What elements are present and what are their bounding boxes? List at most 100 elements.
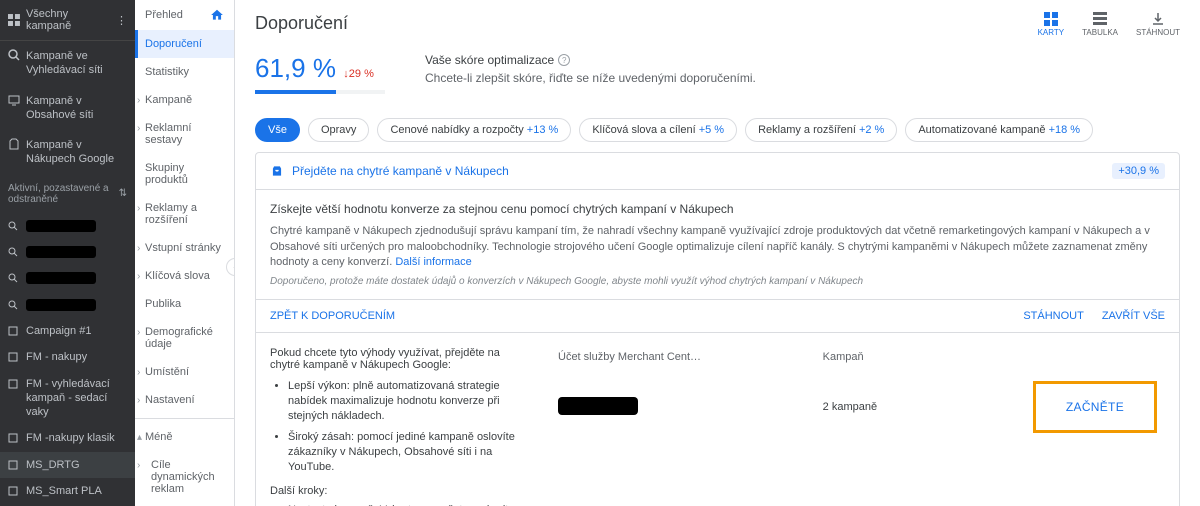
chip-uplift: +5 % (696, 124, 724, 136)
score-desc-title-text: Vaše skóre optimalizace (425, 53, 554, 67)
filter-chip[interactable]: Automatizované kampaně +18 % (905, 118, 1093, 142)
filter-chip[interactable]: Vše (255, 118, 300, 142)
bullet: Široký zásah: pomocí jediné kampaně oslo… (288, 430, 530, 475)
chip-label: Automatizované kampaně (918, 124, 1045, 136)
start-button[interactable]: ZAČNĚTE (1033, 381, 1157, 433)
nav-label: Přehled (145, 9, 183, 21)
campaign-item[interactable] (0, 292, 135, 318)
view-table-button[interactable]: TABULKA (1082, 10, 1118, 37)
nav-item[interactable]: ›Vstupní stránky (135, 234, 234, 262)
tool-label: TABULKA (1082, 28, 1118, 37)
redacted-label (26, 299, 96, 311)
filter-chip[interactable]: Klíčová slova a cílení +5 % (579, 118, 737, 142)
view-cards-button[interactable]: KARTY (1038, 10, 1065, 37)
nav-separator (135, 418, 234, 419)
header-tools: KARTY TABULKA STÁHNOUT (1038, 10, 1180, 37)
col-header: Účet služby Merchant Cent… (550, 347, 815, 373)
nav-item[interactable]: Skupiny produktů (135, 154, 234, 194)
score-bar (255, 90, 385, 94)
chevron-right-icon: › (137, 243, 140, 254)
campaign-item[interactable]: MS_Smart PLA (0, 478, 135, 504)
nav-item[interactable]: ›Umístění (135, 358, 234, 386)
back-link[interactable]: ZPĚT K DOPORUČENÍM (270, 310, 395, 322)
nav-overview[interactable]: Přehled (135, 0, 234, 30)
nav-item[interactable]: ›Klíčová slova (135, 262, 234, 290)
filter-chip[interactable]: Cenové nabídky a rozpočty +13 % (377, 118, 571, 142)
rec-header[interactable]: Přejděte na chytré kampaně v Nákupech +3… (256, 153, 1179, 190)
score-desc-sub: Chcete-li zlepšit skóre, řiďte se níže u… (425, 71, 756, 85)
nav-less-toggle[interactable]: ▴Méně (135, 423, 234, 451)
grid-icon (8, 14, 20, 26)
nav-label: Statistiky (145, 66, 189, 78)
campaign-item[interactable]: FM - vyhledávací kampaň - sedací vaky (0, 371, 135, 426)
nav-label: Reklamní sestavy (145, 122, 191, 146)
swap-icon: ⇅ (119, 188, 127, 199)
sidebar-group-label: Kampaně ve Vyhledávací síti (26, 50, 103, 76)
filter-chip[interactable]: Reklamy a rozšíření +2 % (745, 118, 897, 142)
nav-item[interactable]: ›Cíle dynamických reklam (135, 451, 234, 503)
download-link[interactable]: STÁHNOUT (1023, 310, 1084, 322)
page-nav: Přehled DoporučeníStatistiky›Kampaně›Rek… (135, 0, 235, 506)
rec-uplift-badge: +30,9 % (1112, 163, 1165, 179)
nav-label: Publika (145, 298, 181, 310)
campaign-item[interactable]: Campaign #1 (0, 318, 135, 344)
search-icon (8, 300, 20, 312)
page-header: Doporučení KARTY TABULKA STÁHNOUT (235, 0, 1200, 47)
nav-label: Klíčová slova (145, 270, 210, 282)
campaign-item[interactable]: MS_DRTG (0, 452, 135, 478)
tool-label: KARTY (1038, 28, 1065, 37)
main-content: Doporučení KARTY TABULKA STÁHNOUT 61,9 %… (235, 0, 1200, 506)
close-all-link[interactable]: ZAVŘÍT VŠE (1102, 310, 1165, 322)
chevron-left-icon: ‹ (233, 262, 235, 273)
filter-chip[interactable]: Opravy (308, 118, 369, 142)
nav-item[interactable]: Doporučení (135, 30, 234, 58)
chip-uplift: +18 % (1046, 124, 1081, 136)
redacted-merchant (558, 397, 638, 415)
campaign-label: FM - nakupy (26, 351, 87, 363)
campaign-item[interactable] (0, 213, 135, 239)
campaign-count: 2 kampaně (815, 373, 932, 441)
chip-label: Cenové nabídky a rozpočty (390, 124, 523, 136)
sidebar-group-label: Kampaně v Obsahové síti (26, 95, 93, 121)
nav-item[interactable]: ›Demografické údaje (135, 318, 234, 358)
nav-label: Nastavení (145, 394, 195, 406)
chip-label: Reklamy a rozšíření (758, 124, 856, 136)
nav-item[interactable]: Statistiky (135, 58, 234, 86)
nav-item[interactable]: › Reklamní sestavy (135, 114, 234, 154)
sidebar-group-search[interactable]: Kampaně ve Vyhledávací síti (0, 41, 135, 86)
chip-uplift: +2 % (856, 124, 884, 136)
more-icon[interactable]: ⋮ (116, 14, 127, 27)
detail-lead: Pokud chcete tyto výhody využívat, přejd… (270, 347, 530, 371)
sidebar-group-display[interactable]: Kampaně v Obsahové síti (0, 86, 135, 131)
nav-item[interactable]: Publika (135, 290, 234, 318)
campaign-icon (8, 352, 20, 364)
campaign-item[interactable] (0, 239, 135, 265)
detail-text: Pokud chcete tyto výhody využívat, přejd… (270, 347, 530, 506)
help-icon[interactable]: ? (558, 54, 570, 66)
redacted-label (26, 246, 96, 258)
campaign-item[interactable]: FM -nakupy klasik (0, 425, 135, 451)
download-button[interactable]: STÁHNOUT (1136, 10, 1180, 37)
optimization-score: 61,9 % ↓29 % Vaše skóre optimalizace ? C… (235, 47, 1200, 108)
sidebar-all-campaigns[interactable]: Všechny kampaně ⋮ (0, 0, 135, 41)
chevron-right-icon: › (137, 123, 140, 134)
campaign-label: FM -nakupy klasik (26, 432, 115, 444)
cards-icon (1038, 10, 1065, 26)
learn-more-link[interactable]: Další informace (395, 256, 471, 268)
redacted-label (26, 220, 96, 232)
campaign-icon (8, 460, 20, 472)
campaign-icon (8, 486, 20, 498)
sidebar-group-shopping[interactable]: Kampaně v Nákupech Google (0, 130, 135, 175)
campaign-item[interactable]: FM - nakupy (0, 344, 135, 370)
download-icon (1136, 10, 1180, 26)
nav-label: Demografické údaje (145, 326, 213, 350)
nav-item[interactable]: ›Kampaně (135, 86, 234, 114)
display-campaign-icon (8, 94, 20, 106)
sidebar-status-filter[interactable]: Aktivní, pozastavené a odstraněné ⇅ (0, 175, 135, 213)
campaign-item[interactable] (0, 265, 135, 291)
chevron-right-icon: › (137, 203, 140, 214)
nav-item[interactable]: ›Nastavení (135, 386, 234, 414)
nav-item[interactable]: ›Reklamy a rozšíření (135, 194, 234, 234)
bullet: Nastavte kampaň: Vyberte rozpočet a nahr… (288, 503, 530, 506)
next-steps-label: Další kroky: (270, 485, 530, 497)
